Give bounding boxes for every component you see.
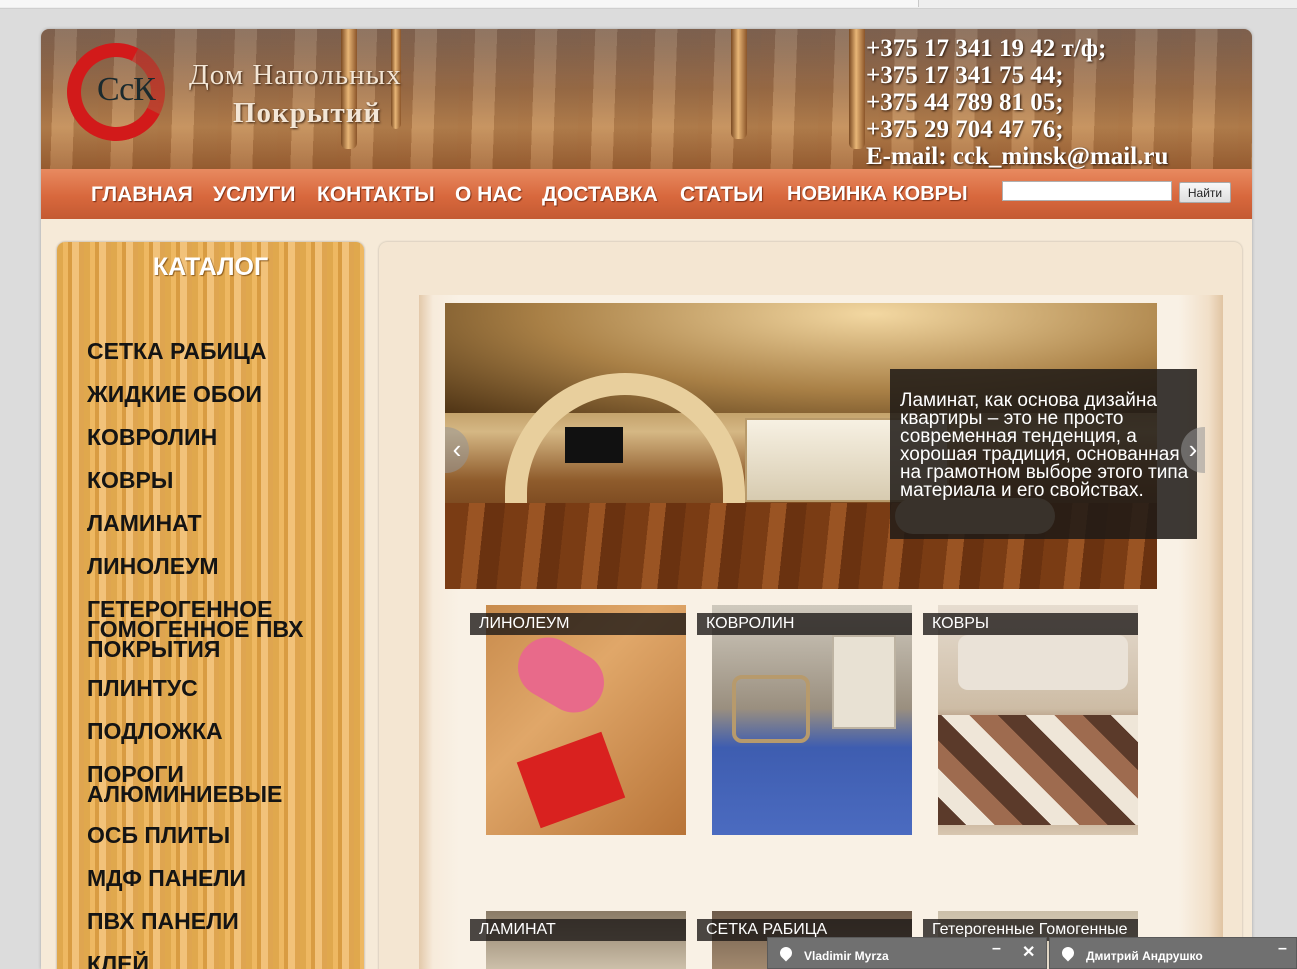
catalog-item[interactable]: ЛИНОЛЕУМ (87, 555, 219, 578)
tile-label: ЛАМИНАТ (470, 919, 686, 941)
nav-contacts[interactable]: КОНТАКТЫ (317, 183, 435, 207)
catalog-item[interactable]: СЕТКА РАБИЦА (87, 340, 266, 363)
tile-label: КОВРЫ (923, 613, 1138, 635)
catalog-item[interactable]: ПЛИНТУС (87, 677, 198, 700)
slider-caption: Ламинат, как основа дизайна квартиры – э… (890, 369, 1197, 539)
brand-line-1: Дом Напольных (189, 59, 402, 91)
tile-label: ЛИНОЛЕУМ (470, 613, 686, 635)
catalog-title: КАТАЛОГ (152, 253, 269, 281)
slide-tv (565, 427, 623, 463)
catalog-item[interactable]: ПОДЛОЖКА (87, 720, 223, 743)
site-logo[interactable]: СсК (54, 30, 178, 154)
close-icon[interactable]: ✕ (1022, 942, 1035, 962)
search-button[interactable]: Найти (1179, 182, 1231, 203)
browser-tab[interactable] (0, 0, 919, 7)
catalog-item[interactable]: КЛЕЙ (87, 953, 149, 969)
nav-about[interactable]: О НАС (455, 183, 522, 207)
map-pin-icon (777, 944, 795, 962)
search-input[interactable] (1002, 181, 1172, 201)
catalog-item[interactable]: ЛАМИНАТ (87, 512, 202, 535)
site-header: СсК Дом Напольных Покрытий +375 17 341 1… (41, 29, 1252, 169)
chat-window-tab[interactable]: Vladimir Myrza – ✕ (767, 937, 1047, 969)
nav-new-carpets[interactable]: НОВИНКА КОВРЫ (787, 183, 968, 206)
catalog-item[interactable]: КОВРОЛИН (87, 426, 217, 449)
phone-3: +375 44 789 81 05; (866, 89, 1064, 116)
decor-table-leg (731, 29, 747, 139)
catalog-item[interactable]: МДФ ПАНЕЛИ (87, 867, 246, 890)
tile-label: КОВРОЛИН (697, 613, 912, 635)
tile-carpet[interactable] (712, 605, 912, 835)
minimize-icon[interactable]: – (1278, 940, 1287, 958)
tile-image-detail (732, 675, 810, 743)
catalog-item[interactable]: ПОРОГИ АЛЮМИНИЕВЫЕ (87, 763, 287, 806)
tile-image-detail (958, 635, 1128, 690)
chat-bar: Vladimir Myrza – ✕ Дмитрий Андрушко – (767, 937, 1297, 969)
nav-delivery[interactable]: ДОСТАВКА (542, 183, 658, 207)
phone-4: +375 29 704 47 76; (866, 116, 1064, 143)
tile-image-detail (938, 715, 1138, 825)
page-container: СсК Дом Напольных Покрытий +375 17 341 1… (41, 29, 1252, 969)
browser-tab-strip (0, 0, 1297, 9)
catalog-item[interactable]: ГЕТЕРОГЕННОЕ ГОМОГЕННОЕ ПВХ ПОКРЫТИЯ (87, 598, 317, 661)
tile-linoleum[interactable] (486, 605, 686, 835)
tile-image-detail (507, 626, 615, 724)
catalog-item[interactable]: ПВХ ПАНЕЛИ (87, 910, 239, 933)
brand-line-2: Покрытий (233, 97, 382, 129)
catalog-item[interactable]: КОВРЫ (87, 469, 173, 492)
catalog-sidebar: КАТАЛОГ СЕТКА РАБИЦА ЖИДКИЕ ОБОИ КОВРОЛИ… (57, 242, 364, 969)
phone-1: +375 17 341 19 42 т/ф; (866, 35, 1107, 62)
tile-image-detail (516, 731, 626, 829)
nav-services[interactable]: УСЛУГИ (213, 183, 296, 207)
catalog-item[interactable]: ОСБ ПЛИТЫ (87, 824, 230, 847)
chat-contact-name: Дмитрий Андрушко (1086, 949, 1203, 963)
contact-block: +375 17 341 19 42 т/ф; +375 17 341 75 44… (866, 35, 1168, 169)
email[interactable]: E-mail: cck_minsk@mail.ru (866, 143, 1168, 169)
chat-window-tab[interactable]: Дмитрий Андрушко – (1049, 937, 1297, 969)
minimize-icon[interactable]: – (992, 940, 1001, 958)
decor-table-leg (849, 29, 865, 149)
logo-mark: СсК (97, 71, 156, 108)
phone-2: +375 17 341 75 44; (866, 62, 1064, 89)
map-pin-icon (1059, 944, 1077, 962)
nav-home[interactable]: ГЛАВНАЯ (91, 183, 193, 207)
tile-rugs[interactable] (938, 605, 1138, 835)
catalog-item[interactable]: ЖИДКИЕ ОБОИ (87, 383, 262, 406)
chat-contact-name: Vladimir Myrza (804, 949, 889, 963)
tile-image-detail (832, 635, 896, 729)
nav-articles[interactable]: СТАТЬИ (680, 183, 763, 207)
